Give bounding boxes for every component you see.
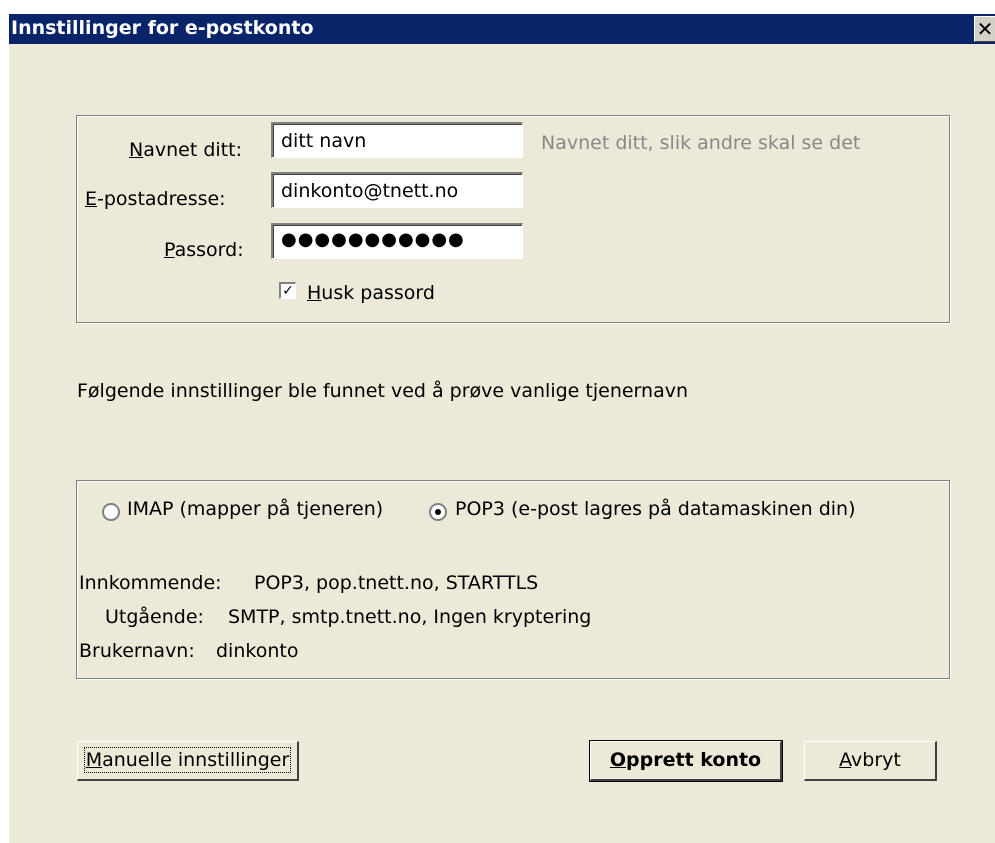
password-mask: ●●●●●●●●●●● bbox=[281, 229, 465, 250]
imap-radio[interactable] bbox=[102, 503, 120, 521]
outgoing-value: SMTP, smtp.tnett.no, Ingen kryptering bbox=[228, 606, 592, 628]
account-settings-dialog: Innstillinger for e-postkonto ✕ Navnet d… bbox=[8, 14, 995, 843]
remember-password-checkbox[interactable]: ✓ bbox=[279, 282, 296, 299]
checkmark-icon: ✓ bbox=[282, 283, 294, 299]
close-button[interactable]: ✕ bbox=[974, 16, 995, 42]
radio-selected-dot bbox=[435, 509, 441, 515]
cancel-button[interactable]: Avbryt bbox=[804, 741, 937, 781]
email-label: E-postadresse: bbox=[85, 188, 226, 210]
manual-settings-button[interactable]: Manuelle innstillinger bbox=[77, 741, 299, 781]
password-label: Passord: bbox=[164, 239, 244, 261]
title-bar: Innstillinger for e-postkonto ✕ bbox=[9, 14, 995, 44]
found-settings-message: Følgende innstillinger ble funnet ved å … bbox=[77, 380, 689, 402]
remember-password-label[interactable]: Husk passord bbox=[307, 282, 435, 304]
pop3-radio[interactable] bbox=[429, 503, 447, 521]
incoming-value: POP3, pop.tnett.no, STARTTLS bbox=[254, 572, 539, 594]
imap-label[interactable]: IMAP (mapper på tjeneren) bbox=[127, 498, 383, 520]
name-field[interactable] bbox=[271, 122, 523, 158]
create-account-button[interactable]: Opprett konto bbox=[589, 740, 783, 782]
email-input[interactable] bbox=[273, 174, 522, 207]
outgoing-label: Utgående: bbox=[105, 606, 204, 628]
name-label: Navnet ditt: bbox=[129, 139, 242, 161]
pop3-label[interactable]: POP3 (e-post lagres på datamaskinen din) bbox=[455, 498, 856, 520]
name-hint: Navnet ditt, slik andre skal se det bbox=[541, 132, 861, 154]
username-value: dinkonto bbox=[216, 640, 299, 662]
username-label: Brukernavn: bbox=[79, 640, 195, 662]
incoming-label: Innkommende: bbox=[79, 572, 222, 594]
password-field[interactable]: ●●●●●●●●●●● bbox=[271, 223, 523, 259]
close-icon: ✕ bbox=[976, 17, 994, 41]
email-field[interactable] bbox=[271, 172, 523, 208]
name-input[interactable] bbox=[273, 124, 522, 157]
dialog-title: Innstillinger for e-postkonto bbox=[11, 17, 314, 39]
